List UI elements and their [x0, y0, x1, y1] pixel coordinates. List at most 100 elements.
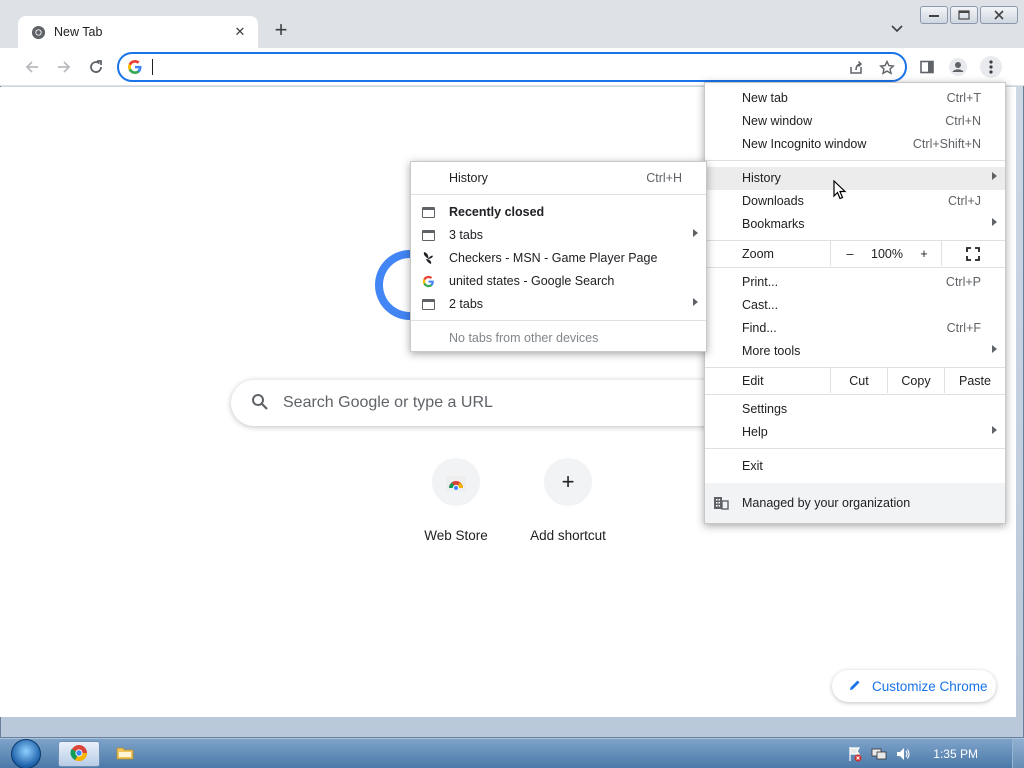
windows-taskbar: 1:35 PM [0, 738, 1024, 768]
menu-shortcut: Ctrl+F [946, 321, 981, 335]
folder-icon [116, 745, 134, 764]
submenu-arrow-icon [693, 229, 698, 237]
volume-icon[interactable] [895, 746, 911, 762]
menu-item-new-tab[interactable]: New tab Ctrl+T [705, 87, 1005, 110]
menu-item-print[interactable]: Print... Ctrl+P [705, 271, 1005, 294]
menu-shortcut: Ctrl+H [646, 171, 682, 185]
submenu-arrow-icon [992, 172, 997, 180]
close-window-icon[interactable] [980, 6, 1018, 24]
recently-closed-heading: Recently closed [411, 201, 706, 224]
plus-icon: + [544, 458, 592, 506]
menu-label: New tab [742, 91, 788, 105]
menu-item-find[interactable]: Find... Ctrl+F [705, 317, 1005, 340]
menu-item-new-window[interactable]: New window Ctrl+N [705, 110, 1005, 133]
menu-shortcut: Ctrl+N [945, 114, 981, 128]
menu-label: No tabs from other devices [449, 331, 599, 345]
chrome-icon [70, 744, 88, 765]
tab-new-tab[interactable]: New Tab ✕ [18, 16, 258, 48]
menu-divider [705, 448, 1005, 449]
omnibox-input[interactable] [151, 57, 831, 77]
profile-icon[interactable] [947, 56, 969, 78]
menu-item-help[interactable]: Help [705, 421, 1005, 444]
shortcut-add[interactable]: + Add shortcut [512, 458, 624, 543]
taskbar-clock[interactable]: 1:35 PM [933, 747, 978, 761]
zoom-out-button[interactable]: – [839, 241, 861, 266]
shortcut-label: Web Store [424, 528, 488, 543]
fullscreen-icon[interactable] [963, 241, 983, 266]
back-icon[interactable] [21, 56, 43, 78]
menu-label: Exit [742, 459, 763, 473]
menu-item-exit[interactable]: Exit [705, 455, 1005, 478]
taskbar-explorer[interactable] [104, 741, 146, 767]
menu-item-settings[interactable]: Settings [705, 398, 1005, 421]
webstore-icon [432, 458, 480, 506]
tab-title: New Tab [54, 25, 103, 39]
zoom-row: Zoom – 100% + [705, 241, 1005, 266]
taskbar-chrome[interactable] [58, 741, 100, 767]
menu-item-new-incognito[interactable]: New Incognito window Ctrl+Shift+N [705, 133, 1005, 156]
submenu-item-google-search[interactable]: united states - Google Search [411, 270, 706, 293]
side-panel-icon[interactable] [916, 56, 938, 78]
shortcut-web-store[interactable]: Web Store [400, 458, 512, 543]
menu-item-history[interactable]: History [705, 167, 1005, 190]
submenu-arrow-icon [992, 345, 997, 353]
search-placeholder: Search Google or type a URL [283, 394, 493, 411]
chrome-main-menu: New tab Ctrl+T New window Ctrl+N New Incog… [704, 82, 1006, 524]
managed-by-org[interactable]: Managed by your organization [705, 483, 1005, 523]
reload-icon[interactable] [85, 56, 107, 78]
google-g-icon [421, 274, 435, 288]
window-controls [920, 6, 1018, 24]
paste-button[interactable]: Paste [945, 368, 1005, 393]
submenu-item-checkers[interactable]: Checkers - MSN - Game Player Page [411, 247, 706, 270]
zoom-in-button[interactable]: + [913, 241, 935, 266]
submenu-arrow-icon [693, 298, 698, 306]
tab-strip: New Tab ✕ + [0, 0, 1024, 48]
menu-label: Find... [742, 321, 777, 335]
minimize-icon[interactable] [920, 6, 948, 24]
submenu-item-3-tabs[interactable]: 3 tabs [411, 224, 706, 247]
pencil-icon [848, 678, 862, 695]
menu-label: Settings [742, 402, 788, 416]
submenu-arrow-icon [992, 218, 997, 226]
menu-item-downloads[interactable]: Downloads Ctrl+J [705, 190, 1005, 213]
text-caret [152, 59, 153, 75]
menu-divider [705, 160, 1005, 161]
menu-divider [411, 194, 706, 195]
submenu-item-history[interactable]: History Ctrl+H [411, 167, 706, 190]
network-icon[interactable] [871, 746, 887, 762]
edit-row: Edit Cut Copy Paste [705, 368, 1005, 393]
copy-button[interactable]: Copy [888, 368, 944, 393]
maximize-icon[interactable] [950, 6, 978, 24]
menu-label: New window [742, 114, 813, 128]
menu-shortcut: Ctrl+Shift+N [912, 137, 981, 151]
menu-shortcut: Ctrl+T [946, 91, 981, 105]
menu-item-more-tools[interactable]: More tools [705, 340, 1005, 363]
address-bar[interactable] [117, 52, 907, 82]
new-tab-button[interactable]: + [270, 19, 292, 42]
cut-button[interactable]: Cut [831, 368, 887, 393]
menu-item-bookmarks[interactable]: Bookmarks [705, 213, 1005, 236]
tab-search-icon[interactable] [886, 22, 908, 42]
start-button[interactable] [6, 739, 46, 768]
windows-logo-icon [11, 739, 41, 768]
customize-label: Customize Chrome [872, 678, 988, 694]
menu-divider [830, 241, 831, 266]
kebab-menu-icon[interactable] [980, 56, 1002, 78]
customize-chrome-button[interactable]: Customize Chrome [832, 670, 996, 702]
submenu-item-2-tabs[interactable]: 2 tabs [411, 293, 706, 316]
star-icon[interactable] [878, 59, 896, 77]
zoom-label: Zoom [742, 246, 774, 261]
show-desktop-button[interactable] [1012, 739, 1024, 768]
menu-label: History [742, 171, 781, 185]
menu-label: Checkers - MSN - Game Player Page [449, 251, 658, 265]
edit-label: Edit [742, 373, 764, 388]
share-icon[interactable] [847, 59, 865, 77]
menu-item-cast[interactable]: Cast... [705, 294, 1005, 317]
msn-butterfly-icon [421, 251, 435, 265]
forward-icon[interactable] [53, 56, 75, 78]
google-g-icon [127, 59, 143, 75]
action-center-icon[interactable] [847, 746, 863, 762]
menu-divider [411, 320, 706, 321]
mouse-cursor-icon [833, 179, 847, 200]
close-icon[interactable]: ✕ [232, 24, 248, 40]
